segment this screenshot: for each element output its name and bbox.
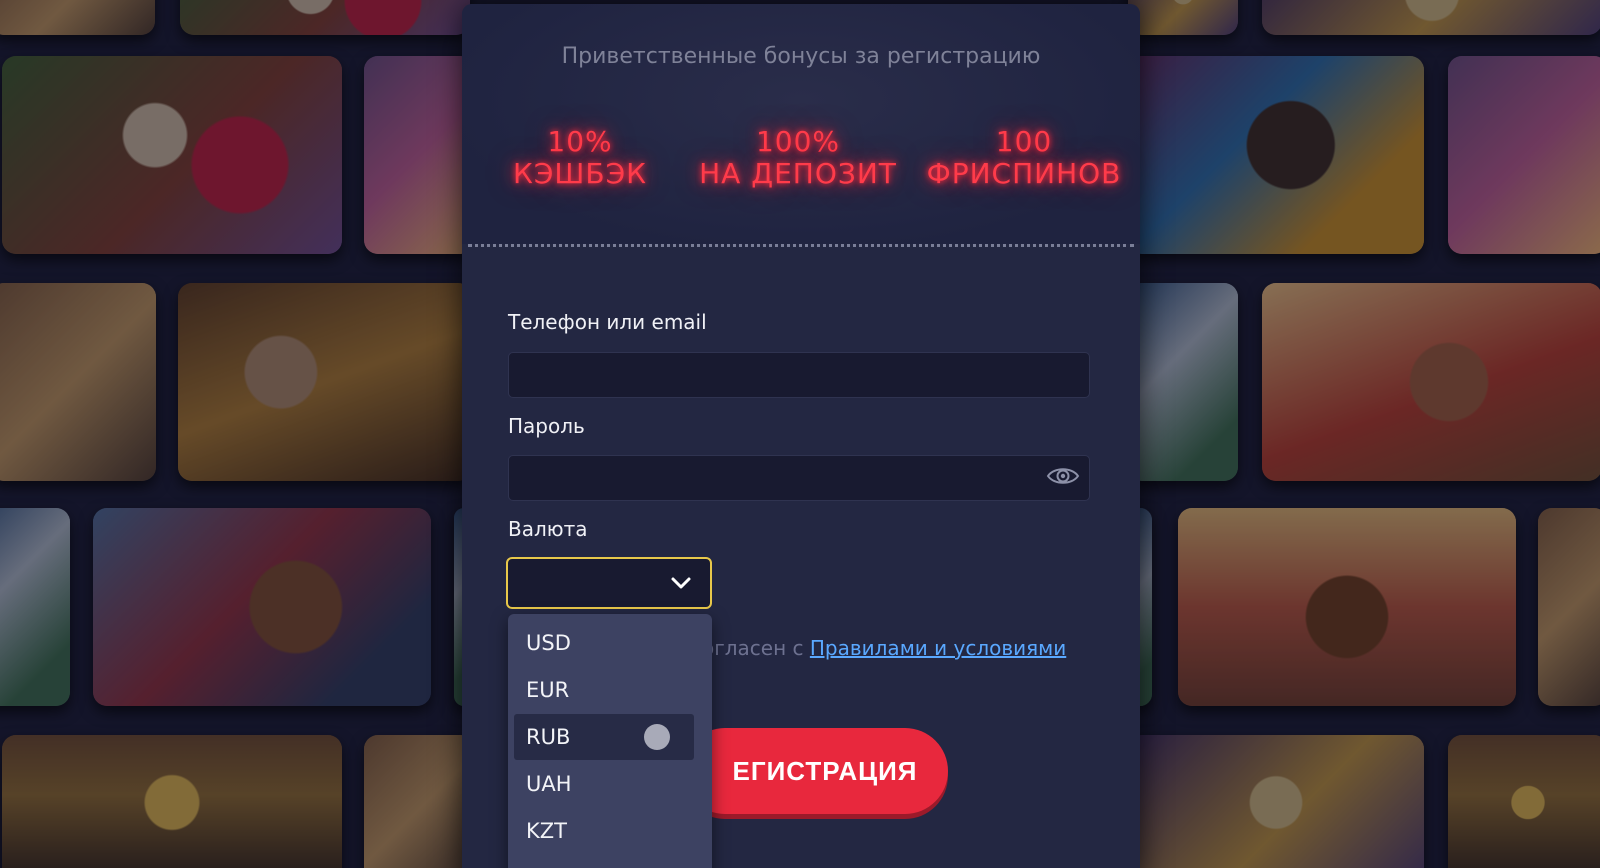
login-input[interactable] [508, 352, 1090, 398]
currency-option-rub-label: RUB [526, 725, 571, 749]
game-tile[interactable] [364, 56, 474, 254]
terms-text: огласен с [702, 636, 810, 660]
bonus-cashback-value: 10% [547, 125, 613, 158]
bonus-deposit: 100% НА ДЕПОЗИТ [698, 126, 898, 190]
divider [468, 244, 1134, 247]
bonus-cashback: 10% КЭШБЭК [502, 126, 658, 190]
game-tile[interactable] [1178, 508, 1516, 706]
bonus-title: Приветственные бонусы за регистрацию [561, 44, 1041, 69]
chevron-down-icon [670, 575, 692, 591]
currency-option-usd[interactable]: USD [514, 620, 694, 666]
registration-modal: Приветственные бонусы за регистрацию 10%… [462, 4, 1140, 868]
game-tile[interactable] [1262, 283, 1600, 481]
game-tile[interactable] [2, 735, 342, 868]
currency-option-kzt[interactable]: KZT [514, 808, 694, 854]
cursor-indicator [644, 724, 670, 750]
game-tile[interactable] [1128, 283, 1238, 481]
game-tile[interactable] [1128, 56, 1424, 254]
currency-option-eur[interactable]: EUR [514, 667, 694, 713]
bonus-freespins-value: 100 [995, 125, 1053, 158]
game-tile[interactable] [2, 56, 342, 254]
game-tile[interactable] [1128, 735, 1424, 868]
register-button[interactable]: ЕГИСТРАЦИЯ [682, 728, 948, 814]
game-tile[interactable] [0, 508, 70, 706]
game-tile[interactable] [93, 508, 431, 706]
currency-option-rub[interactable]: RUB [514, 714, 694, 760]
game-tile[interactable] [1448, 735, 1600, 868]
bonus-cashback-label: КЭШБЭК [512, 157, 647, 190]
bonus-deposit-value: 100% [755, 125, 841, 158]
game-tile[interactable] [178, 283, 472, 481]
game-tile[interactable] [1448, 56, 1600, 254]
currency-label: Валюта [508, 517, 588, 541]
login-label: Телефон или email [508, 310, 707, 334]
bonus-deposit-label: НА ДЕПОЗИТ [699, 157, 897, 190]
game-tile[interactable] [1538, 508, 1600, 706]
game-tile[interactable] [364, 735, 474, 868]
terms-agreement: огласен с Правилами и условиями [702, 636, 1066, 660]
terms-link[interactable]: Правилами и условиями [810, 636, 1066, 660]
game-tile[interactable] [1262, 0, 1600, 35]
welcome-bonus-banner: Приветственные бонусы за регистрацию 10%… [462, 4, 1140, 244]
currency-dropdown: USD EUR RUB UAH KZT [508, 614, 712, 868]
bonus-freespins-label: ФРИСПИНОВ [926, 157, 1122, 190]
game-tile[interactable] [0, 0, 155, 35]
bonus-freespins: 100 ФРИСПИНОВ [924, 126, 1124, 190]
currency-select[interactable] [506, 557, 712, 609]
eye-icon[interactable] [1046, 465, 1080, 487]
password-label: Пароль [508, 414, 585, 438]
game-tile[interactable] [180, 0, 470, 35]
game-tile[interactable] [0, 283, 156, 481]
game-tile[interactable] [1128, 0, 1238, 35]
currency-option-uah[interactable]: UAH [514, 761, 694, 807]
password-input[interactable] [508, 455, 1090, 501]
